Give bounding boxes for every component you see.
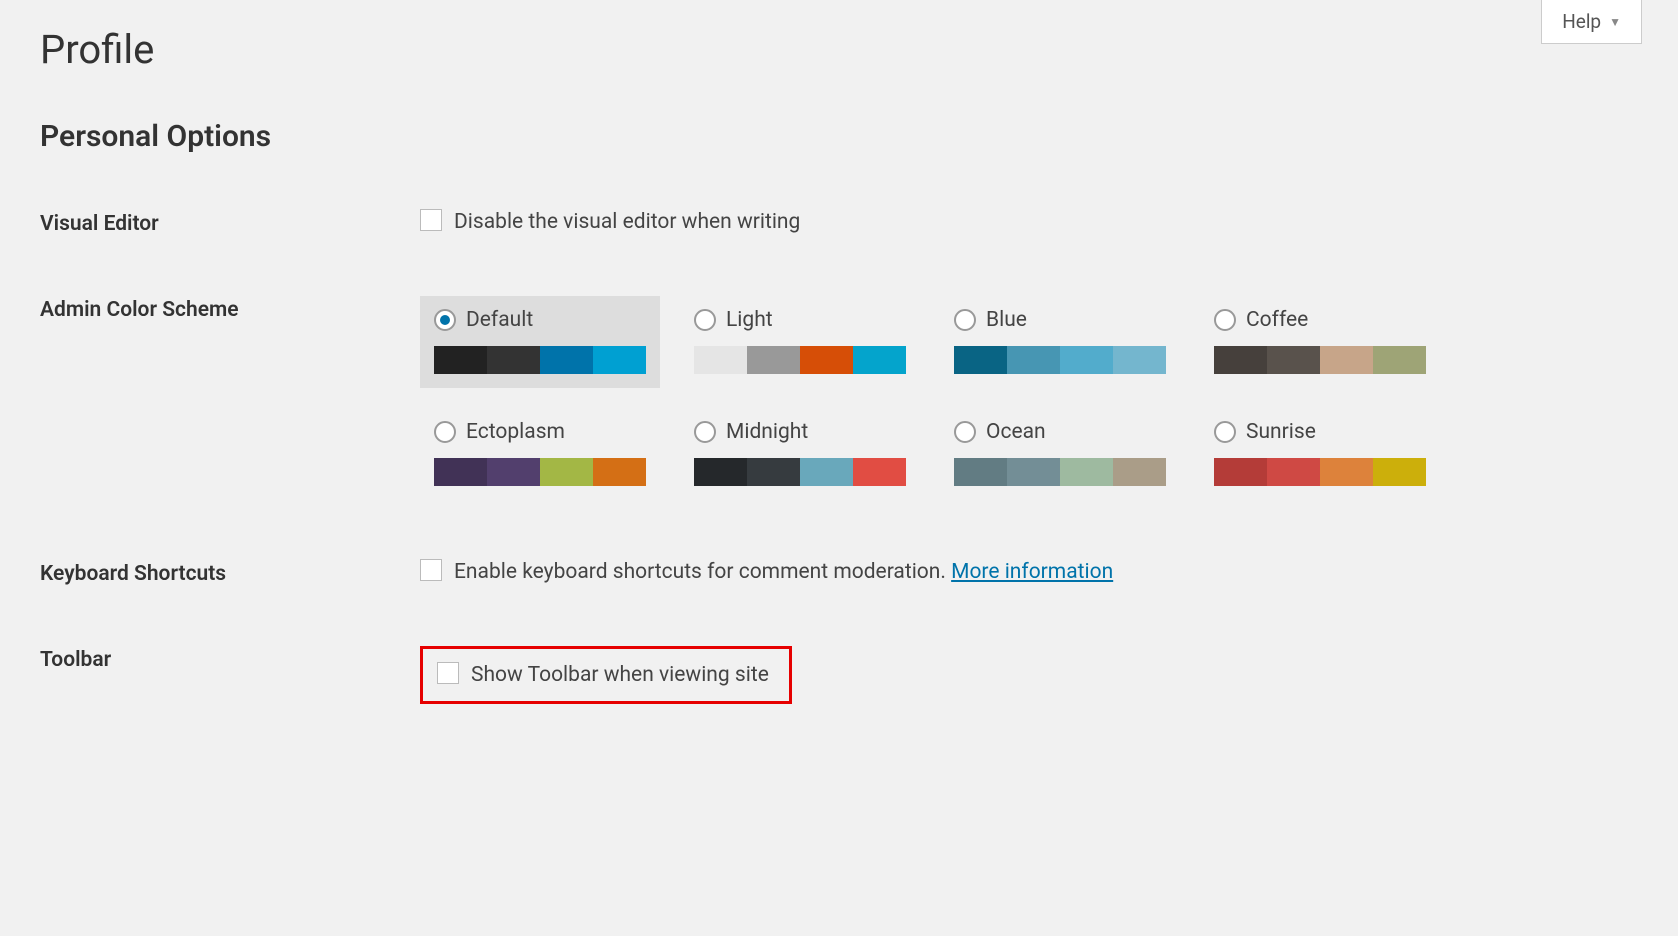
visual-editor-checkbox-label[interactable]: Disable the visual editor when writing xyxy=(454,210,800,234)
color-swatch xyxy=(540,458,593,486)
color-swatch xyxy=(954,458,1007,486)
radio-icon xyxy=(434,421,456,443)
color-swatches xyxy=(434,346,646,374)
color-scheme-option-label: Ectoplasm xyxy=(466,420,565,444)
toolbar-highlight: Show Toolbar when viewing site xyxy=(420,646,792,704)
color-swatch xyxy=(694,458,747,486)
color-scheme-option-label: Blue xyxy=(986,308,1027,332)
color-swatch xyxy=(1373,346,1426,374)
color-swatch xyxy=(1060,458,1113,486)
radio-icon xyxy=(954,309,976,331)
section-title: Personal Options xyxy=(40,119,1638,154)
color-swatches xyxy=(954,458,1166,486)
color-swatches xyxy=(694,346,906,374)
color-swatch xyxy=(954,346,1007,374)
color-swatch xyxy=(800,458,853,486)
color-scheme-option-ectoplasm[interactable]: Ectoplasm xyxy=(420,408,660,500)
help-tab[interactable]: Help ▼ xyxy=(1541,0,1642,44)
radio-icon xyxy=(954,421,976,443)
radio-icon xyxy=(1214,309,1236,331)
color-swatch xyxy=(593,458,646,486)
help-label: Help xyxy=(1562,10,1601,33)
color-swatch xyxy=(487,458,540,486)
color-scheme-option-blue[interactable]: Blue xyxy=(940,296,1180,388)
color-swatch xyxy=(1320,458,1373,486)
color-scheme-option-light[interactable]: Light xyxy=(680,296,920,388)
color-swatches xyxy=(434,458,646,486)
chevron-down-icon: ▼ xyxy=(1609,15,1621,29)
color-swatch xyxy=(1060,346,1113,374)
color-swatch xyxy=(540,346,593,374)
color-swatches xyxy=(954,346,1166,374)
color-swatch xyxy=(800,346,853,374)
color-swatches xyxy=(1214,458,1426,486)
color-swatch xyxy=(1113,458,1166,486)
toolbar-checkbox-label[interactable]: Show Toolbar when viewing site xyxy=(471,663,769,687)
color-scheme-option-sunrise[interactable]: Sunrise xyxy=(1200,408,1440,500)
color-swatch xyxy=(1007,458,1060,486)
color-swatch xyxy=(853,346,906,374)
color-swatch xyxy=(1113,346,1166,374)
color-scheme-option-label: Midnight xyxy=(726,420,808,444)
color-swatch xyxy=(1267,346,1320,374)
color-scheme-option-label: Coffee xyxy=(1246,308,1308,332)
radio-icon xyxy=(694,421,716,443)
color-scheme-label: Admin Color Scheme xyxy=(40,296,420,322)
keyboard-shortcuts-more-link[interactable]: More information xyxy=(951,560,1113,584)
color-scheme-option-label: Sunrise xyxy=(1246,420,1316,444)
color-scheme-option-label: Default xyxy=(466,308,533,332)
color-swatches xyxy=(694,458,906,486)
keyboard-shortcuts-checkbox-label[interactable]: Enable keyboard shortcuts for comment mo… xyxy=(454,560,1113,584)
toolbar-label: Toolbar xyxy=(40,646,420,672)
visual-editor-label: Visual Editor xyxy=(40,210,420,236)
toolbar-checkbox[interactable] xyxy=(437,662,459,684)
color-swatch xyxy=(593,346,646,374)
color-swatch xyxy=(747,458,800,486)
keyboard-shortcuts-label: Keyboard Shortcuts xyxy=(40,560,420,586)
radio-icon xyxy=(694,309,716,331)
color-swatch xyxy=(1007,346,1060,374)
keyboard-shortcuts-text: Enable keyboard shortcuts for comment mo… xyxy=(454,560,951,584)
color-scheme-option-coffee[interactable]: Coffee xyxy=(1200,296,1440,388)
color-swatch xyxy=(487,346,540,374)
color-swatch xyxy=(1214,458,1267,486)
color-swatch xyxy=(1320,346,1373,374)
color-swatches xyxy=(1214,346,1426,374)
color-scheme-option-ocean[interactable]: Ocean xyxy=(940,408,1180,500)
color-swatch xyxy=(1267,458,1320,486)
page-title: Profile xyxy=(40,26,1638,73)
keyboard-shortcuts-checkbox[interactable] xyxy=(420,559,442,581)
color-swatch xyxy=(853,458,906,486)
radio-icon xyxy=(1214,421,1236,443)
color-swatch xyxy=(1214,346,1267,374)
color-scheme-option-midnight[interactable]: Midnight xyxy=(680,408,920,500)
radio-icon xyxy=(434,309,456,331)
color-swatch xyxy=(434,346,487,374)
color-swatch xyxy=(434,458,487,486)
color-swatch xyxy=(694,346,747,374)
color-scheme-option-default[interactable]: Default xyxy=(420,296,660,388)
color-scheme-option-label: Light xyxy=(726,308,773,332)
color-swatch xyxy=(1373,458,1426,486)
color-scheme-option-label: Ocean xyxy=(986,420,1046,444)
color-swatch xyxy=(747,346,800,374)
visual-editor-checkbox[interactable] xyxy=(420,209,442,231)
